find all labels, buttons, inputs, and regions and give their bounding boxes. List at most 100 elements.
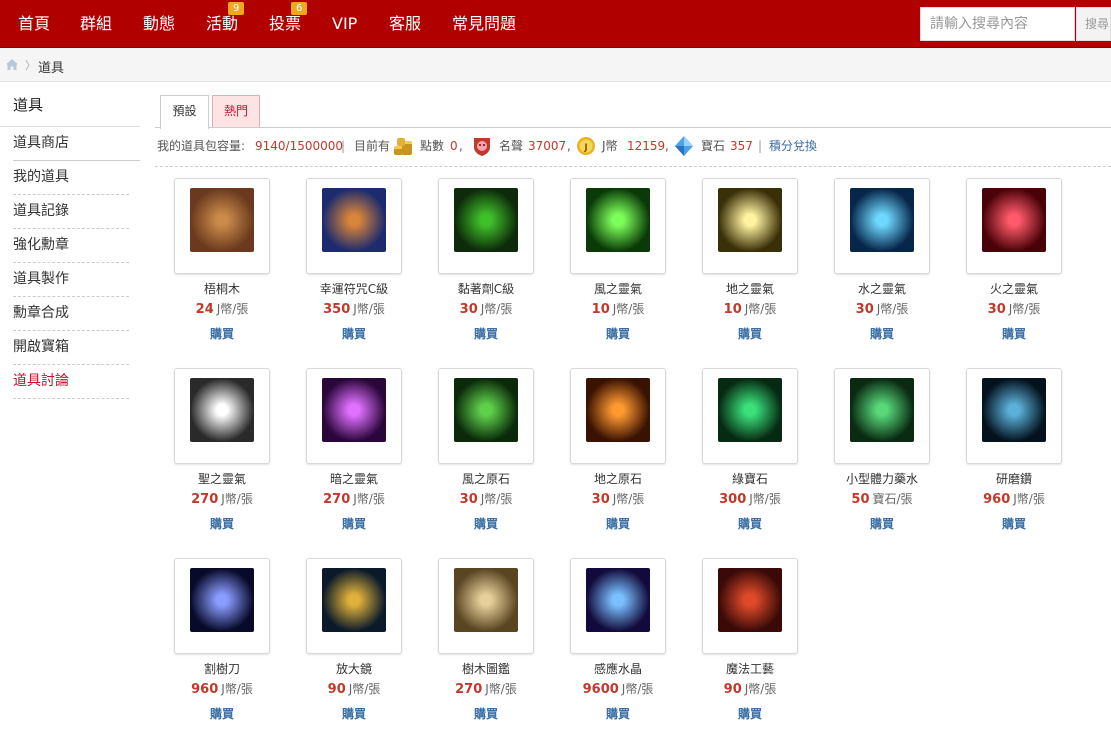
item-price-unit: J幣/張 — [621, 682, 654, 696]
item-card: 風之靈氣 10 J幣/張 購買 — [528, 178, 666, 348]
item-image-frame[interactable] — [174, 178, 270, 274]
wind-aura-icon[interactable] — [586, 188, 650, 252]
item-image-frame[interactable] — [306, 178, 402, 274]
talisman-icon[interactable] — [322, 188, 386, 252]
item-image-frame[interactable] — [306, 368, 402, 464]
exchange-link[interactable]: 積分兌換 — [769, 136, 817, 156]
nav-vip[interactable]: VIP — [332, 14, 357, 34]
item-card: 火之靈氣 30 J幣/張 購買 — [924, 178, 1062, 348]
breadcrumb-current[interactable]: 道具 — [38, 57, 64, 76]
info-comma: , — [567, 139, 571, 153]
item-price: 30 J幣/張 — [946, 300, 1082, 317]
knife-icon[interactable] — [190, 568, 254, 632]
crystal-icon[interactable] — [586, 568, 650, 632]
item-price-unit: J幣/張 — [221, 682, 253, 696]
item-image-frame[interactable] — [834, 368, 930, 464]
owned-label: 目前有 — [354, 139, 391, 153]
search-button[interactable]: 搜尋 — [1076, 7, 1111, 41]
search-input[interactable]: 請輸入搜尋內容 — [920, 7, 1075, 41]
nav-groups[interactable]: 群組 — [80, 14, 112, 34]
item-price-unit: J幣/張 — [1008, 302, 1041, 316]
buy-button[interactable]: 購買 — [682, 705, 818, 722]
spellbook-icon[interactable] — [718, 568, 782, 632]
item-card: 割樹刀 960 J幣/張 購買 — [132, 558, 270, 728]
sidebar-item-shop[interactable]: 道具商店 — [13, 127, 140, 161]
item-price-unit: J幣/張 — [221, 492, 253, 506]
tab-default[interactable]: 預設 — [160, 95, 209, 129]
sidebar-item-my-items[interactable]: 我的道具 — [13, 161, 129, 195]
item-price-value: 30 — [459, 302, 478, 317]
sidebar-item-open-chest[interactable]: 開啟寶箱 — [13, 331, 129, 365]
earth-aura-icon[interactable] — [718, 188, 782, 252]
points-value: 0 — [450, 139, 458, 153]
item-price-unit: J幣/張 — [749, 492, 781, 506]
map-icon[interactable] — [454, 568, 518, 632]
potion-bottle-icon[interactable] — [454, 188, 518, 252]
item-image-frame[interactable] — [966, 368, 1062, 464]
item-image-frame[interactable] — [306, 558, 402, 654]
item-image-frame[interactable] — [174, 368, 270, 464]
item-image-frame[interactable] — [438, 178, 534, 274]
buy-button[interactable]: 購買 — [946, 515, 1082, 532]
item-image-frame[interactable] — [438, 558, 534, 654]
item-card: 小型體力藥水 50 寶石/張 購買 — [792, 368, 930, 538]
nav-votes-label[interactable]: 投票 — [269, 14, 301, 33]
nav-events-label[interactable]: 活動 — [206, 14, 238, 33]
nav-events[interactable]: 活動 9 — [206, 2, 245, 34]
item-price-unit: J幣/張 — [216, 302, 249, 316]
emerald-icon[interactable] — [718, 378, 782, 442]
item-price: 90 J幣/張 — [682, 680, 818, 697]
nav-feed[interactable]: 動態 — [143, 14, 175, 34]
wind-ore-icon[interactable] — [454, 378, 518, 442]
breadcrumb-separator: 〉 — [25, 59, 36, 72]
item-image-frame[interactable] — [702, 558, 798, 654]
item-image-frame[interactable] — [174, 558, 270, 654]
item-image-frame[interactable] — [702, 368, 798, 464]
home-icon[interactable] — [5, 58, 19, 71]
fire-aura-icon[interactable] — [982, 188, 1046, 252]
sidebar-item-records[interactable]: 道具記錄 — [13, 195, 129, 229]
drill-icon[interactable] — [982, 378, 1046, 442]
item-image-frame[interactable] — [966, 178, 1062, 274]
dark-aura-icon[interactable] — [322, 378, 386, 442]
item-image-frame[interactable] — [570, 178, 666, 274]
nav-votes-badge: 6 — [291, 2, 308, 15]
info-separator: | — [758, 139, 763, 153]
sidebar-item-enhance-medal[interactable]: 強化勳章 — [13, 229, 129, 263]
spyglass-icon[interactable] — [322, 568, 386, 632]
gem-icon — [675, 136, 693, 156]
sidebar-item-discussion[interactable]: 道具討論 — [13, 365, 129, 399]
nav-support[interactable]: 客服 — [389, 14, 421, 34]
info-separator: | — [341, 139, 346, 153]
item-image-frame[interactable] — [834, 178, 930, 274]
wood-icon[interactable] — [190, 188, 254, 252]
holy-aura-icon[interactable] — [190, 378, 254, 442]
item-price-unit: J幣/張 — [353, 302, 385, 316]
item-image-frame[interactable] — [570, 368, 666, 464]
earth-ore-icon[interactable] — [586, 378, 650, 442]
buy-button[interactable]: 購買 — [946, 325, 1082, 342]
nav-votes[interactable]: 投票 6 — [269, 2, 308, 34]
gold-coins-icon — [394, 138, 412, 155]
capacity-label: 我的道具包容量: — [157, 139, 246, 153]
top-nav: 首頁 群組 動態 活動 9 投票 6 VIP 客服 常見問題 請輸入搜尋內容 搜… — [0, 0, 1111, 48]
item-card: 梧桐木 24 J幣/張 購買 — [132, 178, 270, 348]
water-aura-icon[interactable] — [850, 188, 914, 252]
vial-icon[interactable] — [850, 378, 914, 442]
nav-faq[interactable]: 常見問題 — [452, 14, 516, 34]
item-price-value: 90 — [723, 682, 742, 697]
item-card: 感應水晶 9600 J幣/張 購買 — [528, 558, 666, 728]
item-image-frame[interactable] — [570, 558, 666, 654]
item-price-value: 960 — [191, 682, 219, 697]
item-image-frame[interactable] — [702, 178, 798, 274]
fame-badge-icon — [474, 138, 490, 156]
item-image-frame[interactable] — [438, 368, 534, 464]
tab-hot[interactable]: 熱門 — [212, 95, 260, 128]
item-price-value: 300 — [719, 492, 747, 507]
sidebar-item-medal-synthesis[interactable]: 勳章合成 — [13, 297, 129, 331]
nav-home[interactable]: 首頁 — [18, 14, 50, 34]
item-price-value: 960 — [983, 492, 1011, 507]
item-price-unit: J幣/張 — [480, 492, 513, 506]
sidebar-item-crafting[interactable]: 道具製作 — [13, 263, 129, 297]
item-card: 水之靈氣 30 J幣/張 購買 — [792, 178, 930, 348]
